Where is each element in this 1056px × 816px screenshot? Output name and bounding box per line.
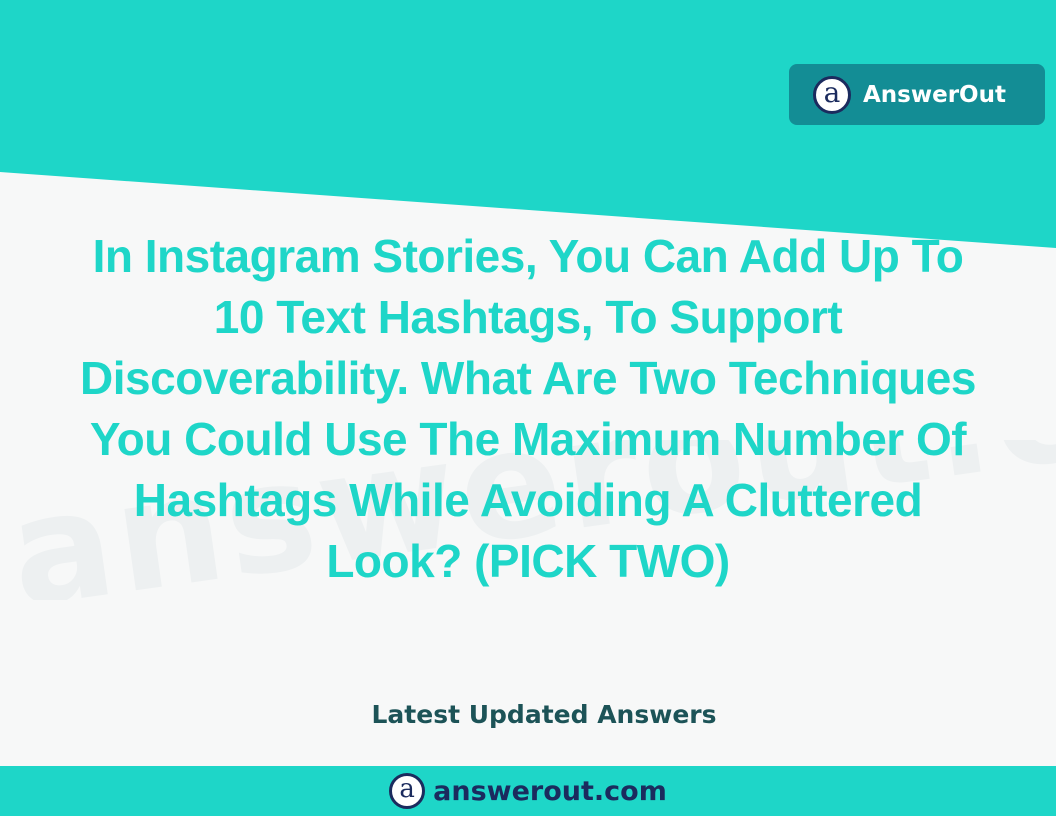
question-line: Discoverability. What Are Two Techniques <box>80 352 976 404</box>
question-line: 10 Text Hashtags, To Support <box>213 291 843 343</box>
logo-glyph: a <box>399 774 415 804</box>
answerout-logo-icon: a <box>389 773 426 809</box>
footer-site-link[interactable]: a answerout.com <box>389 773 667 809</box>
answerout-logo-icon: a <box>813 75 851 114</box>
brand-badge: a AnswerOut <box>789 64 1045 125</box>
footer-site-text: answerout.com <box>433 775 667 807</box>
question-line: You Could Use The Maximum Number Of <box>89 413 967 465</box>
question-line: In Instagram Stories, You Can Add Up To <box>92 230 964 282</box>
question-title: In Instagram Stories, You Can Add Up To … <box>8 226 1048 592</box>
logo-glyph: a <box>823 75 841 109</box>
footer-bar: a answerout.com <box>0 766 1056 816</box>
question-line: Hashtags While Avoiding A Cluttered <box>133 474 923 526</box>
question-line: Look? (PICK TWO) <box>326 535 730 587</box>
subtitle: Latest Updated Answers <box>371 700 717 729</box>
brand-name: AnswerOut <box>863 81 1006 108</box>
